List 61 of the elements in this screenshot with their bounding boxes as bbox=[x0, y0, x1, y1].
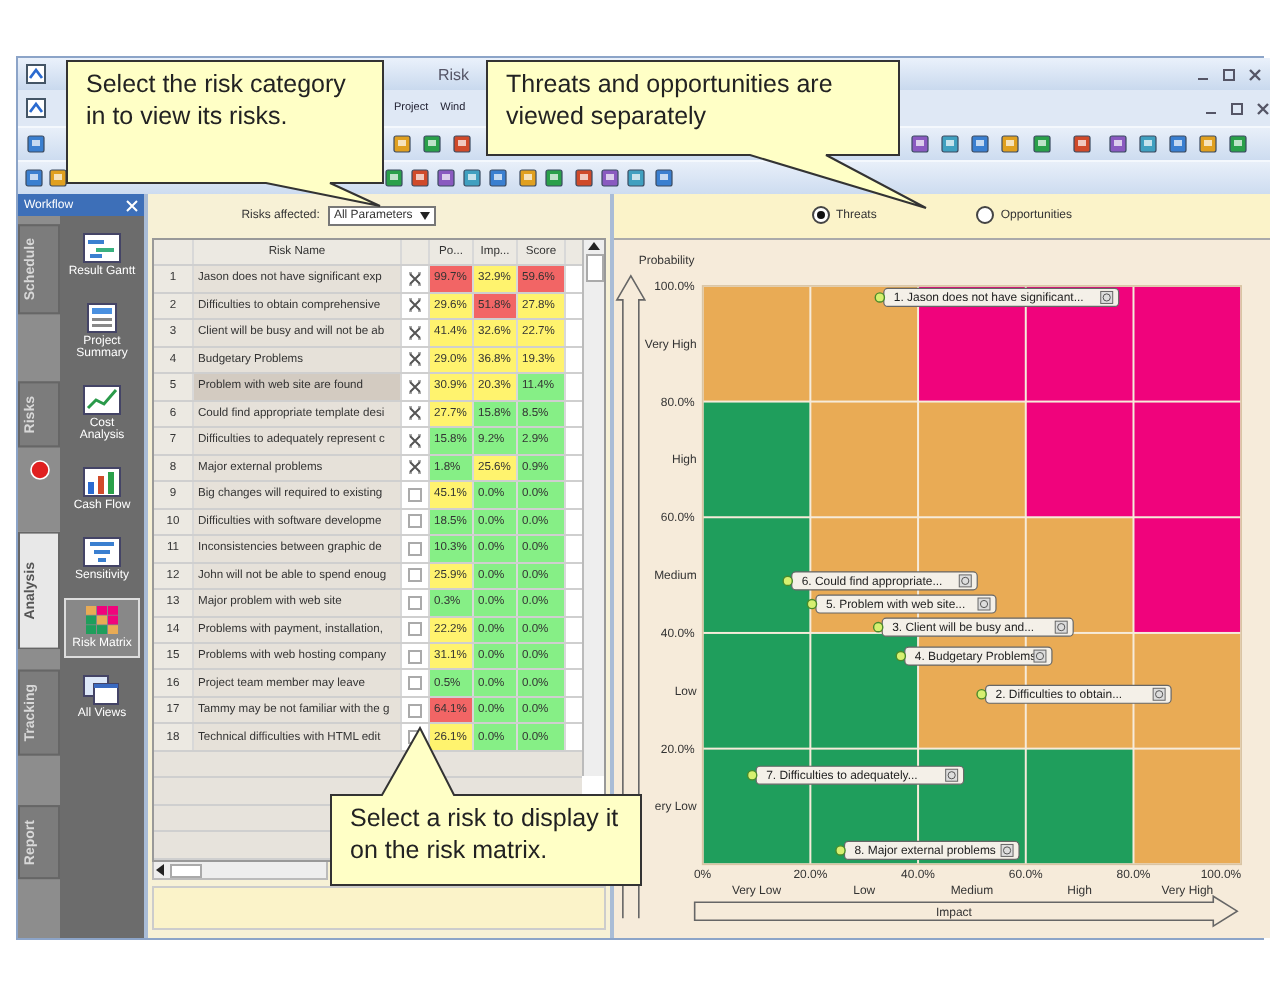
checkbox[interactable] bbox=[408, 271, 422, 286]
bar-chart-icon bbox=[82, 465, 122, 498]
bar-list-icon bbox=[82, 535, 122, 568]
checkbox[interactable] bbox=[408, 622, 422, 637]
color-grid-icon bbox=[82, 604, 122, 637]
risk-point bbox=[806, 598, 818, 610]
risk-zone bbox=[811, 402, 918, 517]
scrollbar-thumb[interactable] bbox=[170, 863, 202, 877]
risk-zone bbox=[1134, 633, 1241, 748]
risk-zone bbox=[1134, 518, 1241, 632]
risk-zone bbox=[1134, 402, 1241, 517]
risk-zone bbox=[1026, 402, 1133, 517]
app-icon[interactable] bbox=[26, 64, 46, 84]
close-icon[interactable] bbox=[1248, 67, 1262, 81]
checkbox[interactable] bbox=[408, 352, 422, 367]
checkbox[interactable] bbox=[408, 568, 422, 583]
horizontal-scrollbar[interactable] bbox=[152, 862, 328, 880]
risk-zone bbox=[703, 402, 810, 517]
checkbox[interactable] bbox=[408, 514, 422, 529]
checkbox[interactable] bbox=[408, 676, 422, 691]
checkbox[interactable] bbox=[408, 379, 422, 394]
window-title: Risk bbox=[438, 65, 472, 83]
app-icon[interactable] bbox=[26, 98, 46, 118]
checkbox[interactable] bbox=[408, 649, 422, 664]
dropdown-caret-icon[interactable] bbox=[420, 212, 431, 220]
risk-zone bbox=[811, 633, 918, 748]
checkbox[interactable] bbox=[408, 703, 422, 718]
checkbox[interactable] bbox=[408, 487, 422, 502]
risk-point bbox=[895, 650, 907, 662]
line-chart-icon bbox=[82, 383, 122, 416]
maximize-icon[interactable] bbox=[1222, 67, 1236, 81]
checkbox[interactable] bbox=[408, 595, 422, 610]
checkbox[interactable] bbox=[408, 541, 422, 556]
risk-point bbox=[976, 688, 987, 700]
vertical-scrollbar[interactable] bbox=[582, 240, 604, 776]
risk-zone bbox=[1134, 749, 1241, 864]
windows-icon bbox=[82, 673, 122, 706]
risk-point bbox=[746, 769, 758, 781]
scrollbar-thumb[interactable] bbox=[585, 254, 603, 282]
risk-zone bbox=[1134, 286, 1241, 401]
risk-point bbox=[835, 845, 846, 856]
maximize-icon[interactable] bbox=[1230, 101, 1244, 115]
alert-icon bbox=[29, 459, 49, 480]
scroll-up-icon[interactable] bbox=[588, 240, 600, 250]
risk-point bbox=[782, 575, 794, 587]
checkbox[interactable] bbox=[408, 460, 422, 475]
risk-zone bbox=[703, 633, 810, 748]
checkbox[interactable] bbox=[408, 406, 422, 421]
checkbox[interactable] bbox=[408, 433, 422, 448]
close-icon[interactable] bbox=[1256, 101, 1270, 115]
gantt-chart-icon bbox=[82, 232, 122, 264]
risk-point bbox=[872, 621, 884, 633]
risk-point bbox=[874, 292, 886, 303]
scroll-left-icon[interactable] bbox=[154, 864, 164, 876]
checkbox[interactable] bbox=[408, 298, 422, 313]
risk-zone bbox=[1026, 749, 1133, 864]
risk-zone bbox=[703, 286, 810, 401]
checkbox[interactable] bbox=[408, 325, 422, 340]
risk-zone bbox=[703, 518, 810, 632]
summary-sheet-icon bbox=[82, 301, 122, 334]
callout: Threats and opportunities are viewed separately bbox=[486, 60, 930, 212]
